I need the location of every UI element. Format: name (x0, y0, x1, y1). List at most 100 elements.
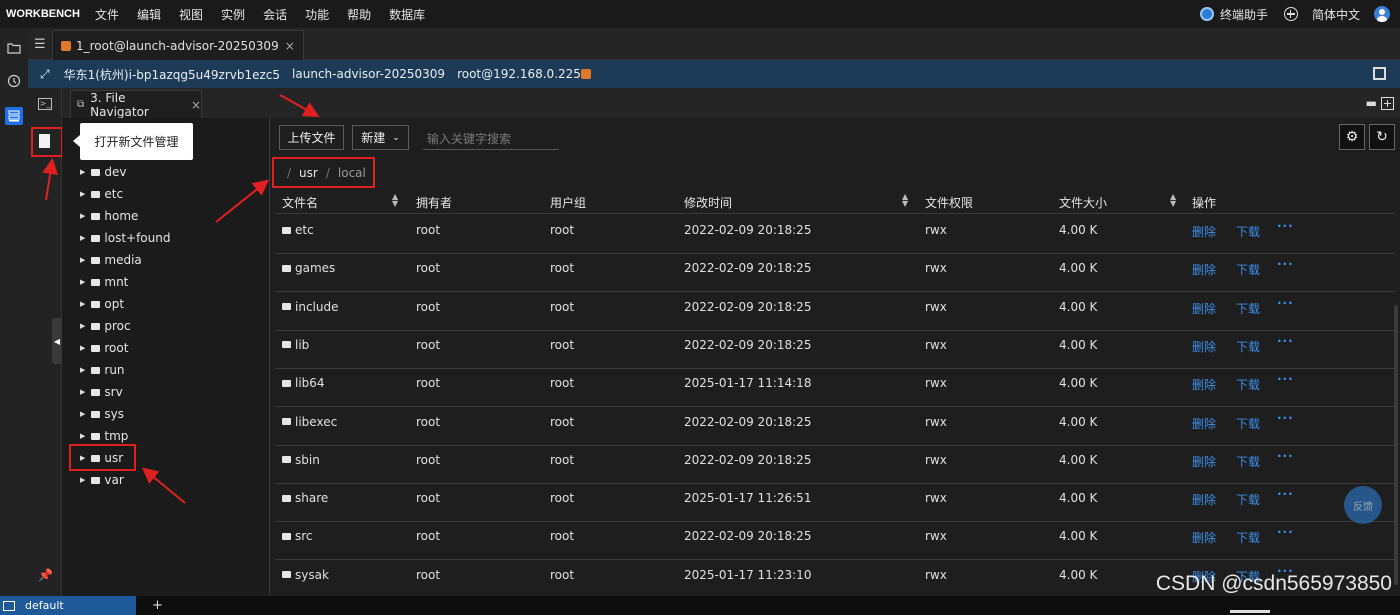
expand-icon[interactable]: ▶ (80, 212, 85, 220)
upload-file-button[interactable]: 上传文件 (279, 125, 344, 150)
more-actions-icon[interactable]: ··· (1277, 525, 1294, 539)
expand-icon[interactable]: ▶ (80, 366, 85, 374)
close-icon[interactable]: × (191, 98, 201, 112)
more-actions-icon[interactable]: ··· (1277, 487, 1294, 501)
download-link[interactable]: 下载 (1236, 415, 1260, 432)
tree-item-dev[interactable]: ▶ dev (80, 161, 127, 183)
column-header-size[interactable]: 文件大小 (1059, 194, 1107, 211)
delete-link[interactable]: 删除 (1192, 453, 1216, 470)
file-name-cell[interactable]: libexec (282, 415, 337, 429)
file-name-cell[interactable]: src (282, 529, 313, 543)
expand-icon[interactable]: ▶ (80, 432, 85, 440)
pin-icon[interactable]: 📌 (38, 568, 53, 582)
file-name-cell[interactable]: sysak (282, 568, 329, 582)
delete-link[interactable]: 删除 (1192, 261, 1216, 278)
table-row[interactable]: share root root 2025-01-17 11:26:51 rwx 4.00 … (275, 484, 1395, 523)
tree-item-mnt[interactable]: ▶ mnt (80, 271, 128, 293)
sort-icon[interactable]: ▲ ▼ (392, 193, 398, 208)
history-icon[interactable] (5, 72, 23, 90)
close-icon[interactable]: × (285, 39, 295, 53)
expand-icon[interactable]: ▶ (80, 388, 85, 396)
session-tab[interactable]: 1_root@launch-advisor-20250309 × (52, 30, 304, 60)
tree-item-media[interactable]: ▶ media (80, 249, 142, 271)
table-row[interactable]: libexec root root 2022-02-09 20:18:25 rwx 4.0… (275, 408, 1395, 446)
more-actions-icon[interactable]: ··· (1277, 296, 1294, 310)
expand-icon[interactable]: ▶ (80, 234, 85, 242)
more-actions-icon[interactable]: ··· (1277, 449, 1294, 463)
menu-features[interactable]: 功能 (305, 6, 329, 23)
menu-edit[interactable]: 编辑 (137, 6, 161, 23)
tree-item-sys[interactable]: ▶ sys (80, 403, 124, 425)
tree-item-lost-found[interactable]: ▶ lost+found (80, 227, 170, 249)
table-row[interactable]: lib root root 2022-02-09 20:18:25 rwx 4.00 K 删… (275, 331, 1395, 369)
more-actions-icon[interactable]: ··· (1277, 219, 1294, 233)
tree-item-root[interactable]: ▶ root (80, 337, 128, 359)
file-name-cell[interactable]: sbin (282, 453, 320, 467)
feedback-button[interactable]: 反馈 (1344, 486, 1382, 524)
expand-icon[interactable]: ▶ (80, 322, 85, 330)
menu-view[interactable]: 视图 (179, 6, 203, 23)
add-session-button[interactable]: + (152, 598, 163, 613)
expand-icon[interactable]: ▶ (80, 168, 85, 176)
table-row[interactable]: src root root 2022-02-09 20:18:25 rwx 4.00 K 删… (275, 522, 1395, 561)
column-header-modified[interactable]: 修改时间 (684, 194, 732, 211)
file-name-cell[interactable]: include (282, 300, 338, 314)
terminal-assistant-button[interactable]: 终端助手 (1199, 6, 1268, 23)
expand-icon[interactable]: ▶ (80, 410, 85, 418)
delete-link[interactable]: 删除 (1192, 223, 1216, 240)
refresh-button[interactable]: ↻ (1369, 124, 1395, 150)
expand-icon[interactable]: ▶ (80, 476, 85, 484)
download-link[interactable]: 下载 (1236, 491, 1260, 508)
download-link[interactable]: 下载 (1236, 261, 1260, 278)
delete-link[interactable]: 删除 (1192, 529, 1216, 546)
folder-icon[interactable] (5, 39, 23, 57)
delete-link[interactable]: 删除 (1192, 338, 1216, 355)
menu-database[interactable]: 数据库 (389, 6, 425, 23)
table-row[interactable]: etc root root 2022-02-09 20:18:25 rwx 4.00 K 删… (275, 216, 1395, 254)
file-name-cell[interactable]: lib (282, 338, 309, 352)
delete-link[interactable]: 删除 (1192, 491, 1216, 508)
add-circle-icon[interactable] (1283, 7, 1298, 21)
vertical-scrollbar[interactable] (1394, 305, 1398, 585)
tree-item-etc[interactable]: ▶ etc (80, 183, 123, 205)
file-name-cell[interactable]: games (282, 261, 335, 275)
file-name-cell[interactable]: share (282, 491, 328, 505)
tree-item-home[interactable]: ▶ home (80, 205, 138, 227)
expand-icon[interactable]: ▶ (80, 256, 85, 264)
download-link[interactable]: 下载 (1236, 223, 1260, 240)
language-switch[interactable]: 简体中文 (1312, 6, 1360, 23)
table-row[interactable]: include root root 2022-02-09 20:18:25 rwx 4.0… (275, 293, 1395, 331)
menu-session[interactable]: 会话 (263, 6, 287, 23)
tree-item-opt[interactable]: ▶ opt (80, 293, 124, 315)
download-link[interactable]: 下载 (1236, 376, 1260, 393)
more-actions-icon[interactable]: ··· (1277, 372, 1294, 386)
download-link[interactable]: 下载 (1236, 529, 1260, 546)
more-actions-icon[interactable]: ··· (1277, 257, 1294, 271)
session-status[interactable]: default (0, 596, 136, 615)
sort-icon[interactable]: ▲ ▼ (902, 193, 908, 208)
more-actions-icon[interactable]: ··· (1277, 411, 1294, 425)
column-header-name[interactable]: 文件名 (282, 194, 318, 211)
collapse-sidebar-icon[interactable]: ☰ (34, 37, 46, 52)
table-row[interactable]: games root root 2022-02-09 20:18:25 rwx 4.00 … (275, 254, 1395, 293)
tree-item-run[interactable]: ▶ run (80, 359, 125, 381)
download-link[interactable]: 下载 (1236, 300, 1260, 317)
search-input[interactable]: 输入关键字搜索 (423, 127, 559, 150)
session-manager-icon[interactable] (5, 107, 23, 125)
file-navigator-tab[interactable]: ⧉ 3. File Navigator × (70, 90, 202, 119)
download-link[interactable]: 下载 (1236, 338, 1260, 355)
delete-link[interactable]: 删除 (1192, 300, 1216, 317)
tree-collapse-handle[interactable]: ◀ (52, 318, 62, 364)
add-panel-icon[interactable] (1381, 96, 1394, 110)
exit-icon[interactable] (1373, 67, 1386, 80)
file-name-cell[interactable]: etc (282, 223, 314, 237)
tree-item-srv[interactable]: ▶ srv (80, 381, 123, 403)
download-link[interactable]: 下载 (1236, 453, 1260, 470)
user-avatar-icon[interactable] (1374, 6, 1390, 22)
new-dropdown-button[interactable]: 新建 ⌄ (352, 125, 409, 150)
more-icon[interactable]: ▬ (1366, 96, 1377, 110)
table-row[interactable]: lib64 root root 2025-01-17 11:14:18 rwx 4.00 … (275, 369, 1395, 408)
expand-icon[interactable]: ▶ (80, 300, 85, 308)
sort-icon[interactable]: ▲ ▼ (1170, 193, 1176, 208)
menu-file[interactable]: 文件 (95, 6, 119, 23)
